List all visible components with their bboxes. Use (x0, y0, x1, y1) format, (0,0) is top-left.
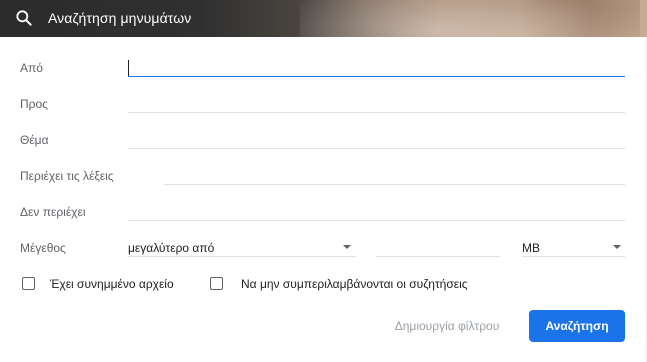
size-operator-value: μεγαλύτερο από (128, 241, 215, 255)
has-words-label: Περιέχει τις λέξεις (20, 169, 114, 183)
to-field[interactable] (128, 112, 625, 113)
theme-background-image (300, 0, 640, 37)
chevron-down-icon (343, 245, 351, 249)
search-button[interactable]: Αναζήτηση (529, 310, 625, 342)
from-label: Από (20, 61, 43, 75)
to-label: Προς (20, 97, 48, 111)
size-operator-underline (128, 256, 356, 257)
from-field[interactable] (128, 76, 625, 77)
size-unit-value: MB (522, 241, 540, 255)
size-value-field[interactable] (376, 256, 500, 257)
search-header: Αναζήτηση μηνυμάτων (0, 0, 647, 37)
doesnt-have-field[interactable] (128, 220, 625, 221)
search-icon[interactable] (14, 8, 34, 28)
subject-label: Θέμα (20, 133, 49, 147)
has-attachment-label: Έχει συνημμένο αρχείο (50, 277, 174, 291)
chevron-down-icon (613, 245, 621, 249)
has-attachment-checkbox[interactable] (22, 277, 35, 290)
exclude-chats-checkbox[interactable] (210, 277, 223, 290)
size-unit-underline (522, 256, 625, 257)
size-label: Μέγεθος (20, 241, 66, 255)
search-input[interactable]: Αναζήτηση μηνυμάτων (48, 10, 191, 26)
exclude-chats-label: Να μην συμπεριλαμβάνονται οι συζητήσεις (241, 277, 468, 291)
subject-field[interactable] (128, 148, 625, 149)
has-words-field[interactable] (164, 184, 625, 185)
doesnt-have-label: Δεν περιέχει (20, 205, 86, 219)
create-filter-button[interactable]: Δημιουργία φίλτρου (380, 311, 514, 341)
text-caret (128, 60, 129, 76)
